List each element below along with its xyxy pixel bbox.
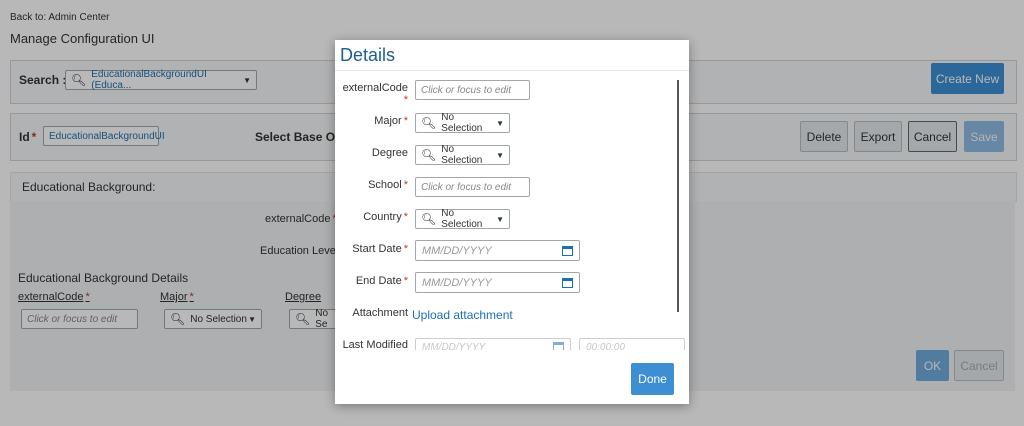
chevron-down-icon: ▼ [496,214,504,224]
calendar-icon[interactable] [562,277,573,288]
search-icon: 🔍︎ [421,212,437,226]
end-date-field-label: End Date * [355,275,408,287]
attachment-field-label: Attachment [352,307,408,319]
done-button[interactable]: Done [631,363,674,395]
school-placeholder: Click or focus to edit [421,181,512,193]
major-value: No Selection [441,112,483,134]
school-input[interactable]: Click or focus to edit [415,177,530,197]
chevron-down-icon: ▼ [496,150,504,160]
dialog-title: Details [340,45,396,65]
externalcode-input[interactable]: Click or focus to edit [415,80,530,100]
major-field-label: Major * [374,115,408,127]
end-date-input[interactable]: MM/DD/YYYY [415,272,580,293]
degree-value: No Selection [441,144,483,166]
country-select[interactable]: 🔍︎ No Selection ▼ [415,208,510,230]
externalcode-placeholder: Click or focus to edit [421,84,512,96]
externalcode-field-label: externalCode * [342,82,408,106]
degree-field-label: Degree [371,147,408,159]
search-icon: 🔍︎ [421,116,437,130]
start-date-input[interactable]: MM/DD/YYYY [415,240,580,261]
end-date-placeholder: MM/DD/YYYY [422,276,492,289]
school-field-label: School * [368,179,408,191]
dialog-header-divider [335,70,689,71]
calendar-icon[interactable] [562,245,573,256]
upload-attachment-link[interactable]: Upload attachment [412,308,513,322]
start-date-field-label: Start Date * [352,243,408,255]
chevron-down-icon: ▼ [496,118,504,128]
search-icon: 🔍︎ [421,148,437,162]
country-value: No Selection [441,208,483,230]
start-date-placeholder: MM/DD/YYYY [422,244,492,257]
degree-select[interactable]: 🔍︎ No Selection ▼ [415,144,510,166]
scroll-fade [335,350,689,360]
details-dialog: Details externalCode * Click or focus to … [335,40,689,404]
country-field-label: Country * [363,211,408,223]
dialog-scrollbar[interactable] [677,80,679,312]
major-select[interactable]: 🔍︎ No Selection ▼ [415,112,510,134]
